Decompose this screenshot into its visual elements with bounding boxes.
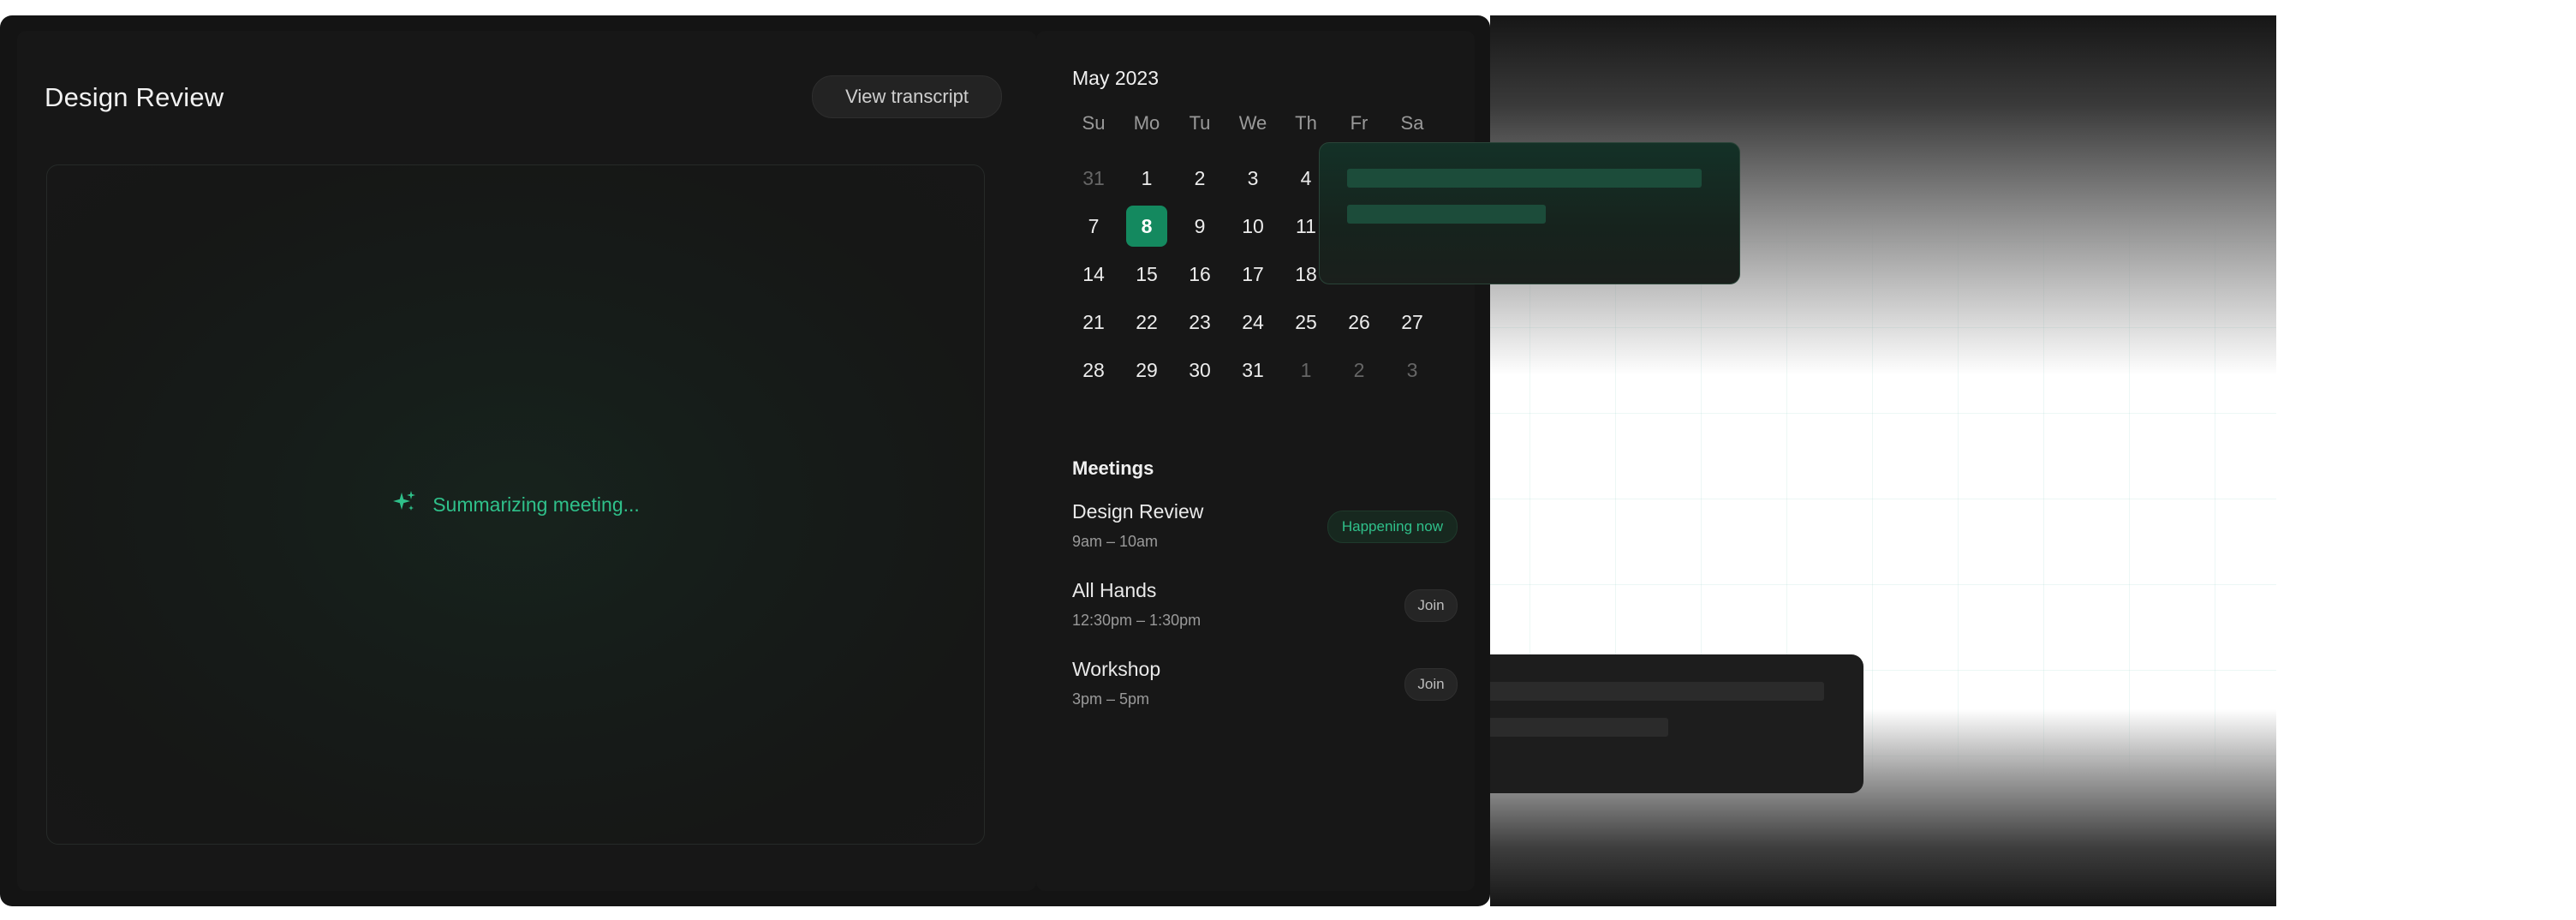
calendar-day[interactable]: 27 <box>1386 298 1439 346</box>
meeting-time: 12:30pm – 1:30pm <box>1072 612 1202 629</box>
calendar-day[interactable]: 29 <box>1120 346 1173 394</box>
weekday-label: Th <box>1295 112 1317 134</box>
calendar-day[interactable]: 30 <box>1173 346 1226 394</box>
calendar-day[interactable]: 22 <box>1120 298 1173 346</box>
calendar-day[interactable]: 23 <box>1173 298 1226 346</box>
calendar-day[interactable]: 15 <box>1120 250 1173 298</box>
calendar-day[interactable]: 31 <box>1226 346 1279 394</box>
meeting-item[interactable]: All Hands 12:30pm – 1:30pm Join <box>1072 579 1458 648</box>
skeleton-line <box>1482 718 1668 737</box>
sparkle-icon <box>391 489 417 520</box>
calendar-day[interactable]: 2 <box>1333 346 1386 394</box>
calendar-day-selected[interactable]: 8 <box>1120 202 1173 250</box>
calendar-day[interactable]: 3 <box>1226 154 1279 202</box>
weekday-label: Su <box>1082 112 1106 134</box>
calendar-day[interactable]: 1 <box>1279 346 1333 394</box>
join-button[interactable]: Join <box>1404 589 1458 622</box>
calendar-day[interactable]: 9 <box>1173 202 1226 250</box>
calendar-day[interactable]: 1 <box>1120 154 1173 202</box>
meeting-item[interactable]: Workshop 3pm – 5pm Join <box>1072 658 1458 726</box>
calendar-day[interactable]: 10 <box>1226 202 1279 250</box>
selected-day-label: 8 <box>1126 206 1167 247</box>
happening-now-badge: Happening now <box>1327 511 1458 543</box>
weekday-label: Sa <box>1400 112 1424 134</box>
calendar-day[interactable]: 24 <box>1226 298 1279 346</box>
meeting-name: All Hands <box>1072 579 1157 601</box>
weekday-label: We <box>1238 112 1267 134</box>
skeleton-line <box>1347 169 1702 188</box>
skeleton-line <box>1482 682 1824 701</box>
weekday-label: Fr <box>1350 112 1368 134</box>
calendar-day[interactable]: 14 <box>1067 250 1120 298</box>
calendar-day[interactable]: 3 <box>1386 346 1439 394</box>
join-button[interactable]: Join <box>1404 668 1458 701</box>
meeting-name: Design Review <box>1072 500 1204 523</box>
summary-area: Summarizing meeting... <box>46 164 985 845</box>
calendar-month: May 2023 <box>1072 67 1160 89</box>
weekday-label: Tu <box>1189 112 1211 134</box>
calendar-day[interactable]: 26 <box>1333 298 1386 346</box>
meeting-name: Workshop <box>1072 658 1161 680</box>
view-transcript-button[interactable]: View transcript <box>812 75 1002 118</box>
calendar-day[interactable]: 17 <box>1226 250 1279 298</box>
app-window: Design Review View transcript Summarizin… <box>0 15 1490 906</box>
calendar-day[interactable]: 25 <box>1279 298 1333 346</box>
meeting-time: 3pm – 5pm <box>1072 690 1150 708</box>
calendar-day[interactable]: 31 <box>1067 154 1120 202</box>
calendar-day[interactable]: 2 <box>1173 154 1226 202</box>
calendar-day[interactable]: 7 <box>1067 202 1120 250</box>
calendar-day[interactable]: 21 <box>1067 298 1120 346</box>
summary-status-text: Summarizing meeting... <box>432 493 640 516</box>
calendar-day[interactable]: 28 <box>1067 346 1120 394</box>
calendar-day[interactable]: 16 <box>1173 250 1226 298</box>
skeleton-card-green <box>1319 142 1740 284</box>
meeting-time: 9am – 10am <box>1072 533 1159 550</box>
page-title: Design Review <box>45 82 224 112</box>
weekday-label: Mo <box>1133 112 1160 134</box>
meeting-item[interactable]: Design Review 9am – 10am Happening now <box>1072 500 1458 569</box>
meetings-heading: Meetings <box>1072 457 1154 479</box>
summary-status: Summarizing meeting... <box>47 165 984 844</box>
skeleton-line <box>1347 205 1546 224</box>
